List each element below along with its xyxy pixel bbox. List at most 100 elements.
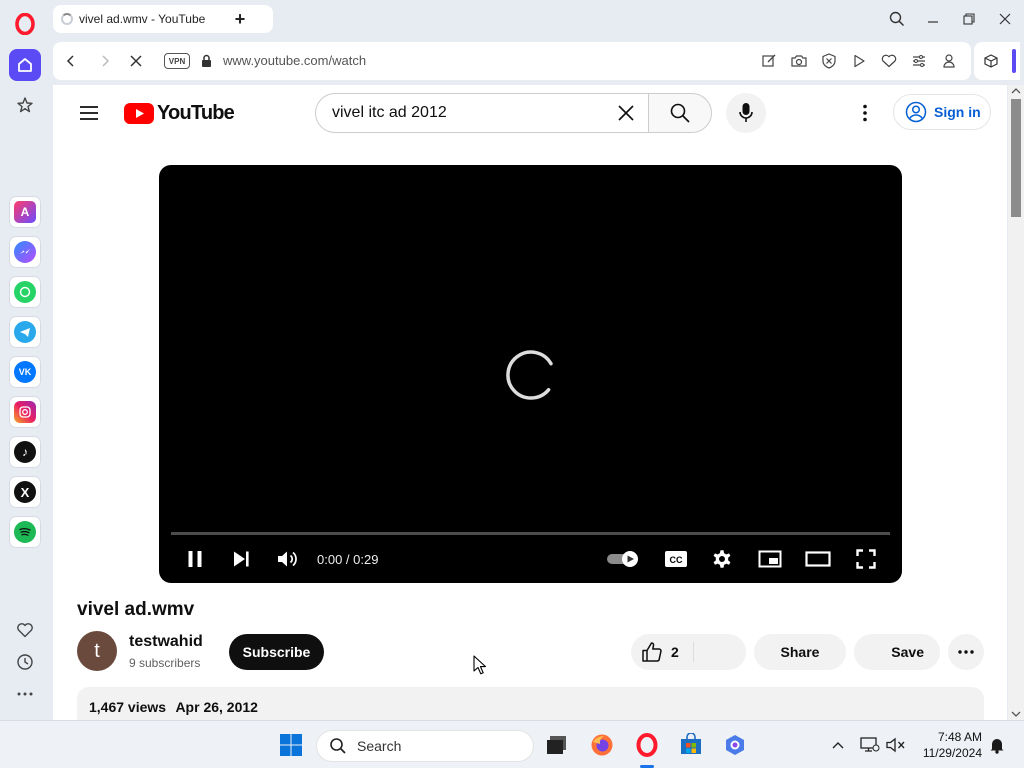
tab-strip: vivel ad.wmv - YouTube + <box>50 0 1024 40</box>
home-icon[interactable] <box>9 49 41 81</box>
opera-logo-icon[interactable] <box>9 8 41 40</box>
minimize-icon[interactable] <box>921 8 945 30</box>
network-icon[interactable] <box>856 730 884 760</box>
spotify-icon[interactable] <box>9 516 41 548</box>
copilot-app-icon[interactable] <box>720 730 750 760</box>
video-player[interactable]: 0:00 / 0:29 CC <box>159 165 902 583</box>
tiktok-icon[interactable]: ♪ <box>9 436 41 468</box>
guide-menu-icon[interactable] <box>77 101 101 125</box>
microsoft-store-icon[interactable] <box>676 730 706 760</box>
instagram-icon[interactable] <box>9 396 41 428</box>
lock-icon[interactable] <box>199 53 213 69</box>
clear-search-icon[interactable] <box>614 101 638 125</box>
notification-bell-icon[interactable] <box>984 730 1010 760</box>
loading-spinner-icon <box>61 13 73 25</box>
buffering-spinner-icon <box>506 350 553 400</box>
opera-sidebar: A VK ♪ X <box>0 0 50 720</box>
youtube-logo-text: YouTube <box>157 101 235 124</box>
url-text[interactable]: www.youtube.com/watch <box>223 53 366 68</box>
easy-setup-icon[interactable] <box>910 52 928 70</box>
next-video-icon[interactable] <box>227 545 255 573</box>
svg-text:CC: CC <box>670 555 683 565</box>
mouse-cursor-icon <box>473 655 487 675</box>
close-window-icon[interactable] <box>993 8 1017 30</box>
sign-in-button[interactable]: Sign in <box>893 94 991 130</box>
settings-more-icon[interactable] <box>853 101 877 125</box>
tab-title: vivel ad.wmv - YouTube <box>79 12 206 26</box>
vpn-badge[interactable]: VPN <box>164 53 190 69</box>
settings-gear-icon[interactable] <box>708 545 736 573</box>
windows-taskbar: Search 7:48 AM 11/29/2024 <box>0 720 1024 768</box>
view-count: 1,467 views <box>89 699 167 715</box>
history-clock-icon[interactable] <box>9 646 41 678</box>
progress-bar[interactable] <box>171 532 890 535</box>
edit-icon[interactable] <box>760 52 778 70</box>
scroll-down-icon[interactable] <box>1008 708 1024 720</box>
snapshot-camera-icon[interactable] <box>790 52 808 70</box>
tab-search-icon[interactable] <box>885 8 909 30</box>
sidebar-indicator <box>1012 49 1016 73</box>
extensions-cube-icon[interactable] <box>982 52 1000 70</box>
share-button[interactable]: Share <box>754 634 846 670</box>
voice-search-button[interactable] <box>726 93 766 133</box>
youtube-logo[interactable]: YouTube <box>124 101 235 124</box>
scrollbar-thumb[interactable] <box>1011 99 1021 217</box>
new-tab-button[interactable]: + <box>230 8 250 30</box>
subscribe-button[interactable]: Subscribe <box>229 634 324 670</box>
channel-name[interactable]: testwahid <box>129 633 203 651</box>
more-actions-button[interactable] <box>948 634 984 670</box>
my-flow-heart-icon[interactable] <box>9 614 41 646</box>
scroll-up-icon[interactable] <box>1008 85 1024 97</box>
clock-date: 11/29/2024 <box>922 746 982 760</box>
opera-taskbar-icon[interactable] <box>632 730 662 760</box>
x-twitter-icon[interactable]: X <box>9 476 41 508</box>
show-hidden-icons-chevron-icon[interactable] <box>824 730 852 760</box>
task-view-icon[interactable] <box>542 730 572 760</box>
pause-icon[interactable] <box>181 545 209 573</box>
bookmark-heart-icon[interactable] <box>880 52 898 70</box>
thumbs-up-icon <box>642 642 662 662</box>
ad-blocker-shield-icon[interactable] <box>820 52 838 70</box>
vk-icon[interactable]: VK <box>9 356 41 388</box>
like-count: 2 <box>671 644 679 660</box>
like-dislike-group: 2 <box>631 634 746 670</box>
more-horizontal-icon <box>958 650 974 654</box>
page-scrollbar[interactable] <box>1008 85 1024 720</box>
account-circle-icon <box>905 101 927 123</box>
volume-icon[interactable] <box>274 545 302 573</box>
autoplay-toggle[interactable] <box>605 545 641 573</box>
subtitles-cc-icon[interactable]: CC <box>662 545 690 573</box>
stop-loading-icon[interactable] <box>126 51 146 71</box>
forward-icon[interactable] <box>95 51 115 71</box>
firefox-icon[interactable] <box>587 730 617 760</box>
profile-icon[interactable] <box>940 52 958 70</box>
telegram-icon[interactable] <box>9 316 41 348</box>
sidebar-more-icon[interactable] <box>9 678 41 710</box>
subscriber-count: 9 subscribers <box>129 656 201 670</box>
aria-app-icon[interactable]: A <box>9 196 41 228</box>
taskbar-search-input[interactable]: Search <box>316 730 534 762</box>
fullscreen-icon[interactable] <box>852 545 880 573</box>
search-input[interactable]: vivel itc ad 2012 <box>315 93 649 133</box>
dislike-button[interactable] <box>694 634 746 670</box>
like-button[interactable]: 2 <box>631 634 693 670</box>
clock-time: 7:48 AM <box>937 730 982 744</box>
clock[interactable]: 7:48 AM 11/29/2024 <box>910 729 982 761</box>
whatsapp-icon[interactable] <box>9 276 41 308</box>
speed-dial-star-icon[interactable] <box>9 89 41 121</box>
save-button[interactable]: Save <box>854 634 940 670</box>
restore-icon[interactable] <box>957 8 981 30</box>
back-icon[interactable] <box>61 51 81 71</box>
description-box[interactable]: 1,467 views Apr 26, 2012 <box>77 687 984 720</box>
theater-mode-icon[interactable] <box>803 545 833 573</box>
volume-muted-icon[interactable] <box>882 730 910 760</box>
player-play-icon[interactable] <box>850 52 868 70</box>
youtube-play-logo-icon <box>124 102 154 124</box>
channel-avatar[interactable]: t <box>77 631 117 671</box>
windows-start-icon[interactable] <box>276 730 306 760</box>
search-button[interactable] <box>648 93 712 133</box>
search-icon <box>330 738 346 754</box>
youtube-page: YouTube vivel itc ad 2012 Sign in 0:00 /… <box>53 85 1007 720</box>
messenger-icon[interactable] <box>9 236 41 268</box>
miniplayer-icon[interactable] <box>756 545 784 573</box>
